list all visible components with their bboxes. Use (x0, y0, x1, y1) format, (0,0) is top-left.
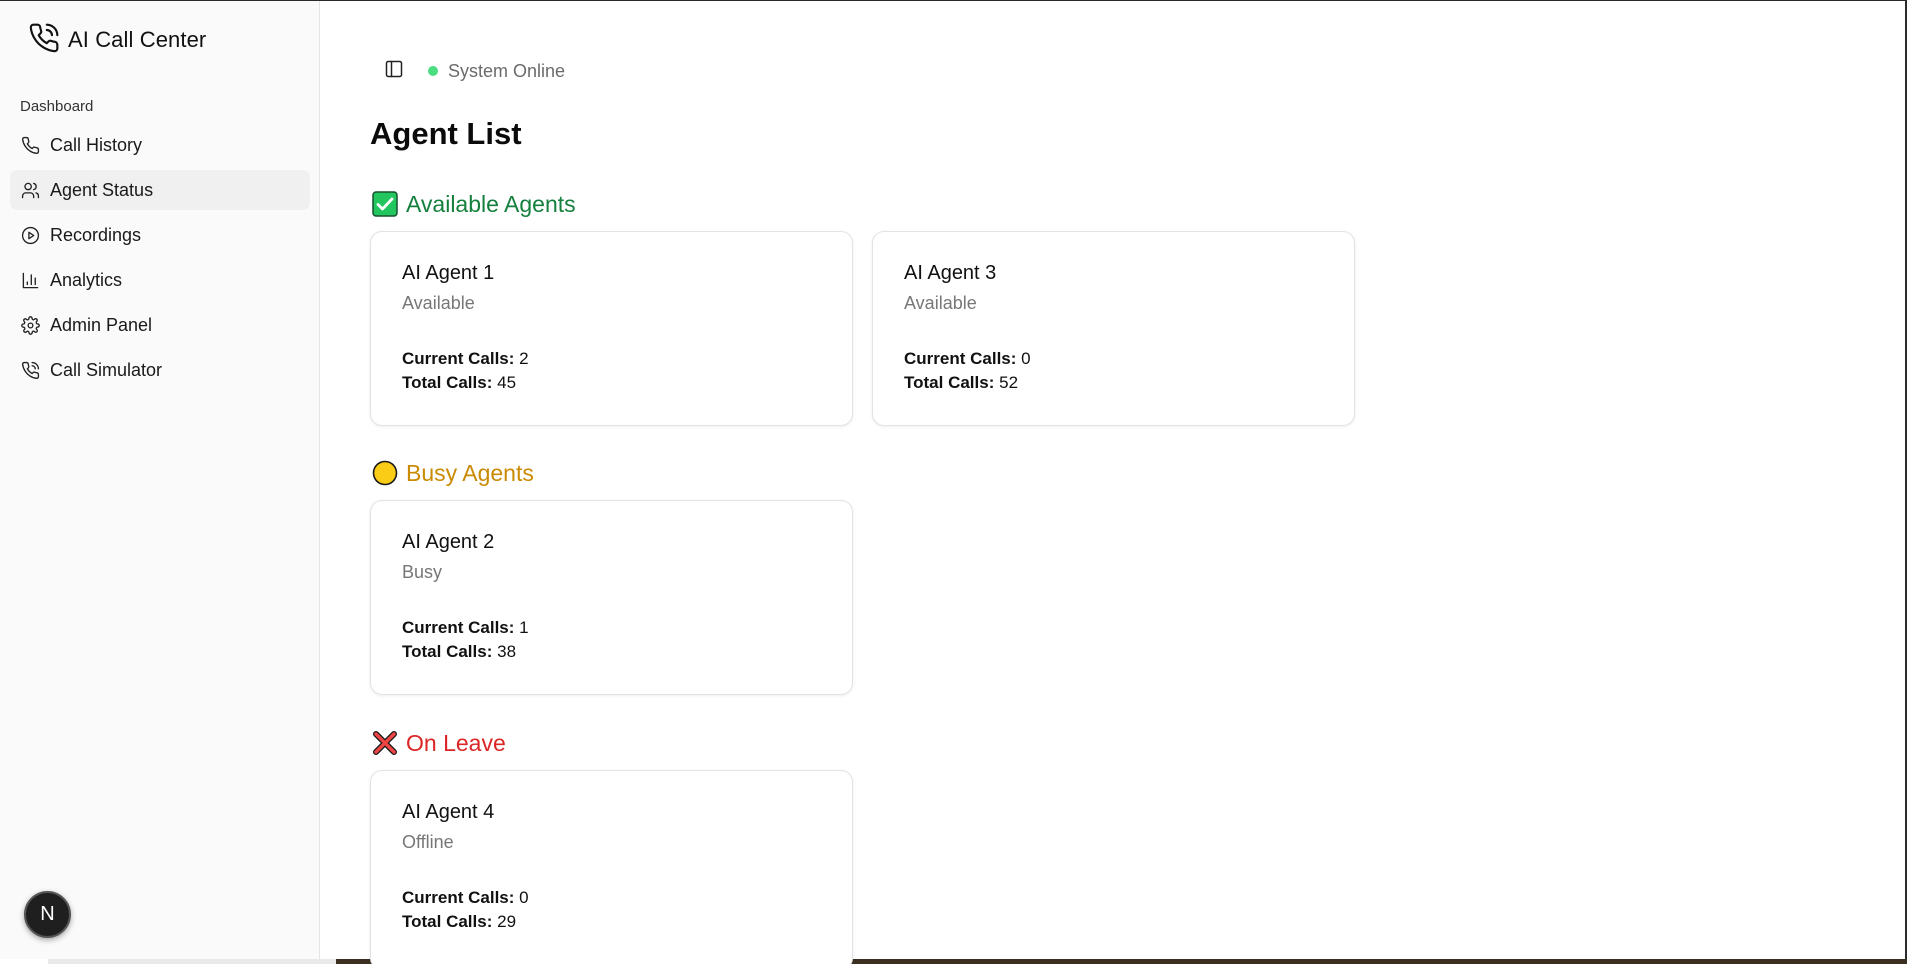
sidebar: AI Call Center Dashboard Call History Ag… (0, 1, 320, 959)
sidebar-item-analytics[interactable]: Analytics (10, 260, 310, 300)
sidebar-item-label: Agent Status (50, 179, 154, 200)
system-status-text: System Online (448, 60, 566, 81)
section-title: Busy Agents (406, 459, 534, 486)
panel-left-icon (384, 59, 404, 84)
sidebar-item-agent-status[interactable]: Agent Status (10, 170, 310, 210)
gear-icon (20, 315, 40, 335)
section-title: On Leave (406, 729, 506, 756)
users-icon (20, 180, 40, 200)
phone-call-icon (28, 22, 60, 59)
agent-name: AI Agent 1 (402, 262, 495, 284)
sidebar-item-label: Call History (50, 134, 143, 155)
current-calls-value: 0 (1021, 349, 1031, 368)
total-calls: Total Calls: 29 (402, 912, 516, 932)
brand[interactable]: AI Call Center (28, 23, 206, 57)
current-calls-value: 0 (519, 888, 529, 907)
current-calls-label: Current Calls: (402, 888, 515, 907)
check-mark-icon (372, 191, 398, 217)
total-calls-label: Total Calls: (904, 373, 995, 392)
section-busy-agents: Busy Agents (372, 457, 534, 489)
nav-group-label: Dashboard (20, 98, 94, 115)
agent-name: AI Agent 2 (402, 531, 495, 553)
topbar: System Online (370, 56, 565, 86)
app-title: AI Call Center (68, 27, 207, 52)
agent-name: AI Agent 4 (402, 801, 495, 823)
agent-name: AI Agent 3 (904, 262, 997, 284)
current-calls-label: Current Calls: (402, 618, 515, 637)
yellow-circle-icon (372, 460, 398, 486)
sidebar-nav: Call History Agent Status Recordings Ana… (10, 125, 310, 395)
agent-status: Available (402, 293, 475, 313)
sidebar-toggle-button[interactable] (376, 56, 412, 86)
sidebar-item-label: Admin Panel (50, 314, 153, 335)
play-circle-icon (20, 225, 40, 245)
sidebar-item-call-history[interactable]: Call History (10, 125, 310, 165)
total-calls: Total Calls: 45 (402, 373, 516, 393)
phone-icon (20, 135, 40, 155)
agent-status: Available (904, 293, 977, 313)
total-calls: Total Calls: 52 (904, 373, 1018, 393)
current-calls-value: 1 (519, 618, 529, 637)
agent-status: Busy (402, 562, 443, 582)
total-calls-value: 29 (497, 912, 517, 931)
sidebar-item-recordings[interactable]: Recordings (10, 215, 310, 255)
agent-card: AI Agent 3 Available Current Calls: 0 To… (872, 231, 1355, 426)
sidebar-item-label: Analytics (50, 269, 123, 290)
agent-card: AI Agent 4 Offline Current Calls: 0 Tota… (370, 770, 853, 964)
current-calls: Current Calls: 0 (904, 349, 1031, 369)
total-calls-value: 38 (497, 642, 517, 661)
bottom-strip (0, 959, 1907, 964)
sidebar-item-label: Call Simulator (50, 359, 163, 380)
sidebar-item-label: Recordings (50, 224, 142, 245)
status-indicator-dot (428, 66, 438, 76)
cross-mark-icon (372, 730, 398, 756)
total-calls-label: Total Calls: (402, 373, 493, 392)
sidebar-item-admin-panel[interactable]: Admin Panel (10, 305, 310, 345)
current-calls: Current Calls: 0 (402, 888, 529, 908)
total-calls-value: 52 (999, 373, 1019, 392)
agent-card: AI Agent 2 Busy Current Calls: 1 Total C… (370, 500, 853, 695)
current-calls-label: Current Calls: (904, 349, 1017, 368)
section-on-leave: On Leave (372, 727, 506, 759)
total-calls: Total Calls: 38 (402, 642, 516, 662)
current-calls-value: 2 (519, 349, 529, 368)
section-title: Available Agents (406, 190, 576, 217)
sidebar-item-call-simulator[interactable]: Call Simulator (10, 350, 310, 390)
bar-chart-icon (20, 270, 40, 290)
agent-card: AI Agent 1 Available Current Calls: 2 To… (370, 231, 853, 426)
page-title: Agent List (370, 116, 522, 151)
total-calls-value: 45 (497, 373, 517, 392)
phone-call-icon (20, 360, 40, 380)
dev-tools-badge[interactable]: N (24, 891, 71, 938)
total-calls-label: Total Calls: (402, 642, 493, 661)
total-calls-label: Total Calls: (402, 912, 493, 931)
current-calls: Current Calls: 1 (402, 618, 529, 638)
current-calls-label: Current Calls: (402, 349, 515, 368)
section-available-agents: Available Agents (372, 188, 576, 220)
current-calls: Current Calls: 2 (402, 349, 529, 369)
agent-status: Offline (402, 832, 454, 852)
